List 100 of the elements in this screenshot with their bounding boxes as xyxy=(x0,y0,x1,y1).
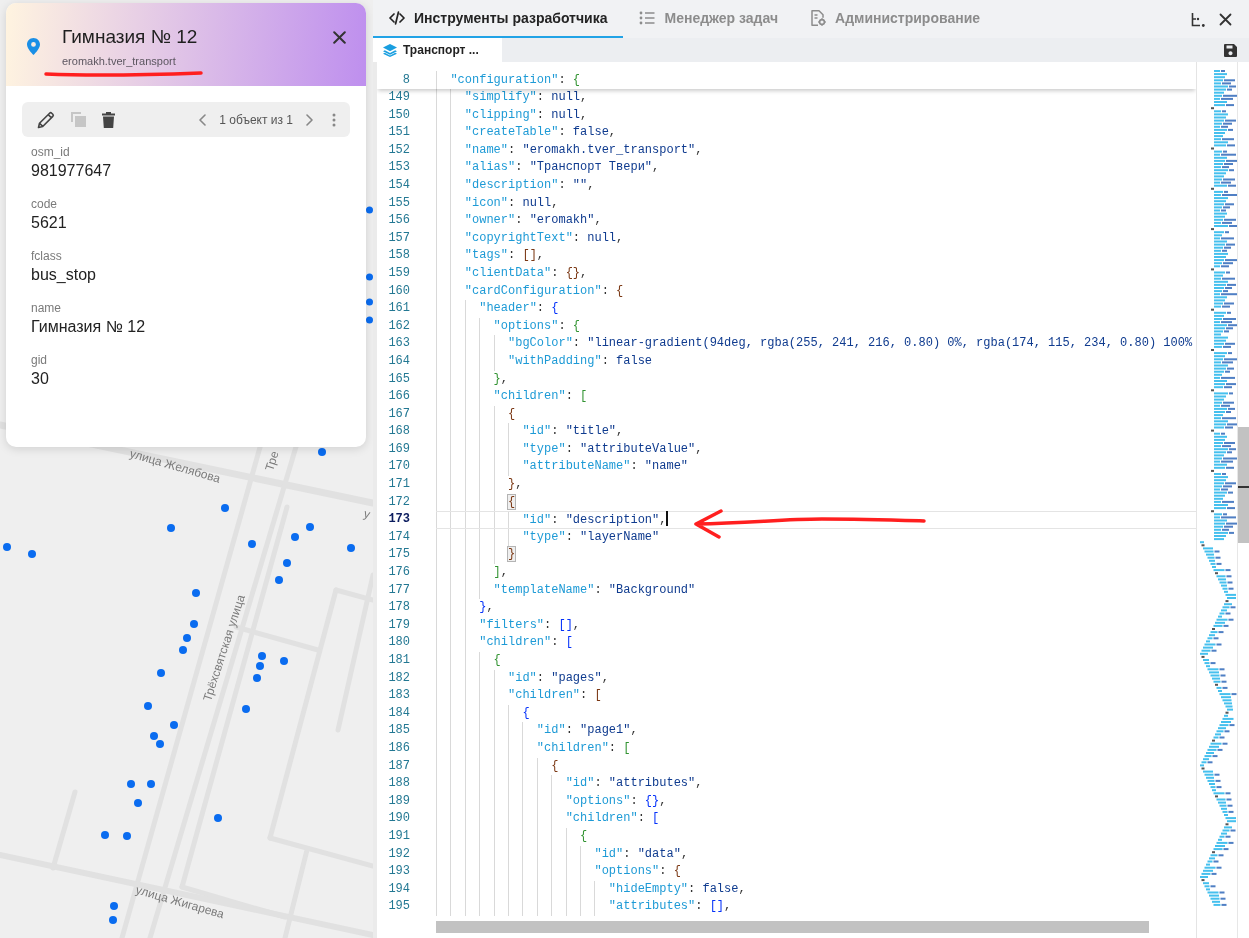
map-point-icon[interactable] xyxy=(170,721,178,729)
map-point-icon[interactable] xyxy=(347,544,355,552)
map-point-icon[interactable] xyxy=(242,705,250,713)
line-number: 8 xyxy=(401,72,410,89)
card-title: Гимназия № 12 xyxy=(62,25,198,49)
map-point-icon[interactable] xyxy=(253,674,261,682)
attribute-value: 5621 xyxy=(31,213,67,233)
map-point-icon[interactable] xyxy=(144,702,152,710)
map-point-icon[interactable] xyxy=(192,589,200,597)
map-point-icon[interactable] xyxy=(101,831,109,839)
code-line: "children": [ xyxy=(479,635,573,650)
line-number: 154 xyxy=(387,176,410,194)
tree-structure-icon[interactable] xyxy=(1191,11,1205,27)
save-icon[interactable] xyxy=(1224,43,1237,57)
pencil-icon[interactable] xyxy=(37,110,55,129)
code-line: "id": "pages", xyxy=(508,670,609,685)
line-number: 150 xyxy=(387,106,410,124)
chevron-left-icon[interactable] xyxy=(199,113,207,126)
chevron-right-icon[interactable] xyxy=(306,113,313,126)
attribute-value: Гимназия № 12 xyxy=(31,317,146,337)
attribute-name: code xyxy=(31,197,58,212)
code-line: "options": { xyxy=(594,864,681,879)
code-line: }, xyxy=(493,371,508,386)
code-icon[interactable] xyxy=(389,10,405,26)
list-icon[interactable] xyxy=(639,10,656,26)
line-number: 167 xyxy=(387,405,410,423)
map-point-icon[interactable] xyxy=(306,523,314,531)
line-number: 180 xyxy=(387,634,410,652)
map-point-icon[interactable] xyxy=(179,646,187,654)
document-gear-icon[interactable] xyxy=(810,10,827,26)
code-line: "options": { xyxy=(493,318,581,333)
vertical-scrollbar[interactable] xyxy=(1238,427,1249,543)
map-point-icon[interactable] xyxy=(248,540,256,548)
map-point-icon[interactable] xyxy=(190,620,198,628)
code-line: }, xyxy=(508,477,523,492)
map-point-icon[interactable] xyxy=(366,316,373,324)
code-line: "copyrightText": null, xyxy=(464,230,624,245)
line-number: 163 xyxy=(387,335,410,353)
code-line: "bgColor": "linear-gradient(94deg, rgba(255, 241, 216, 0.80) 0%, rgba(174, 115, 234, 0.80) 100% xyxy=(508,336,1193,351)
pager-text: 1 объект из 1 xyxy=(219,111,293,129)
line-number: 187 xyxy=(387,757,410,775)
map-point-icon[interactable] xyxy=(366,206,373,214)
code-line: "attributeName": "name" xyxy=(522,459,689,474)
attribute-name: name xyxy=(31,301,62,316)
code-line: "description": "", xyxy=(464,177,595,192)
map-point-icon[interactable] xyxy=(147,780,155,788)
map-point-icon[interactable] xyxy=(150,732,158,740)
file-tab[interactable]: Транспорт ... xyxy=(373,38,502,62)
line-number: 194 xyxy=(387,880,410,898)
line-number: 151 xyxy=(387,124,410,142)
map-point-icon[interactable] xyxy=(366,273,373,281)
code-line: "owner": "eromakh", xyxy=(464,213,602,228)
map-point-icon[interactable] xyxy=(134,799,142,807)
line-number: 174 xyxy=(387,528,410,546)
code-line: "clientData": {}, xyxy=(464,265,588,280)
code-line: }, xyxy=(479,600,494,615)
map-point-icon[interactable] xyxy=(291,533,299,541)
map-point-icon[interactable] xyxy=(167,524,175,532)
code-line: "attributes": [], xyxy=(608,899,732,914)
code-line: "options": {}, xyxy=(565,793,667,808)
line-number: 152 xyxy=(387,141,410,159)
layers-icon[interactable] xyxy=(383,43,397,57)
location-pin-icon xyxy=(27,38,40,55)
more-icon[interactable] xyxy=(332,112,336,127)
map-point-icon[interactable] xyxy=(156,740,164,748)
map-point-icon[interactable] xyxy=(157,669,165,677)
code-line: { xyxy=(551,758,559,773)
code-line: "id": "description", xyxy=(522,513,667,528)
line-number: 159 xyxy=(387,264,410,282)
close-icon[interactable] xyxy=(1219,12,1232,26)
map-point-icon[interactable] xyxy=(183,634,191,642)
map-point-icon[interactable] xyxy=(3,543,11,551)
map-point-icon[interactable] xyxy=(214,814,222,822)
trash-icon[interactable] xyxy=(102,111,115,128)
map-point-icon[interactable] xyxy=(258,652,266,660)
map-point-icon[interactable] xyxy=(275,576,283,584)
map-point-icon[interactable] xyxy=(110,902,118,910)
line-number: 157 xyxy=(387,229,410,247)
map-point-icon[interactable] xyxy=(28,550,36,558)
map-point-icon[interactable] xyxy=(123,832,131,840)
line-number: 153 xyxy=(387,159,410,177)
map-point-icon[interactable] xyxy=(221,504,229,512)
line-number: 173 xyxy=(387,511,410,529)
street-label: Тре xyxy=(262,449,282,473)
map-point-icon[interactable] xyxy=(127,780,135,788)
code-line: "id": "title", xyxy=(522,424,624,439)
code-line: "alias": "Транспорт Твери", xyxy=(464,160,660,175)
map-point-icon[interactable] xyxy=(366,298,373,306)
map-point-icon[interactable] xyxy=(256,662,264,670)
line-number: 162 xyxy=(387,317,410,335)
line-number: 164 xyxy=(387,352,410,370)
horizontal-scrollbar[interactable] xyxy=(436,921,1149,933)
map-point-icon[interactable] xyxy=(283,559,291,567)
map-point-icon[interactable] xyxy=(109,916,117,924)
close-icon[interactable] xyxy=(333,31,346,44)
line-number: 189 xyxy=(387,792,410,810)
code-line: ], xyxy=(493,565,508,580)
map-point-icon[interactable] xyxy=(318,448,326,456)
map-point-icon[interactable] xyxy=(280,657,288,665)
line-number: 172 xyxy=(387,493,410,511)
